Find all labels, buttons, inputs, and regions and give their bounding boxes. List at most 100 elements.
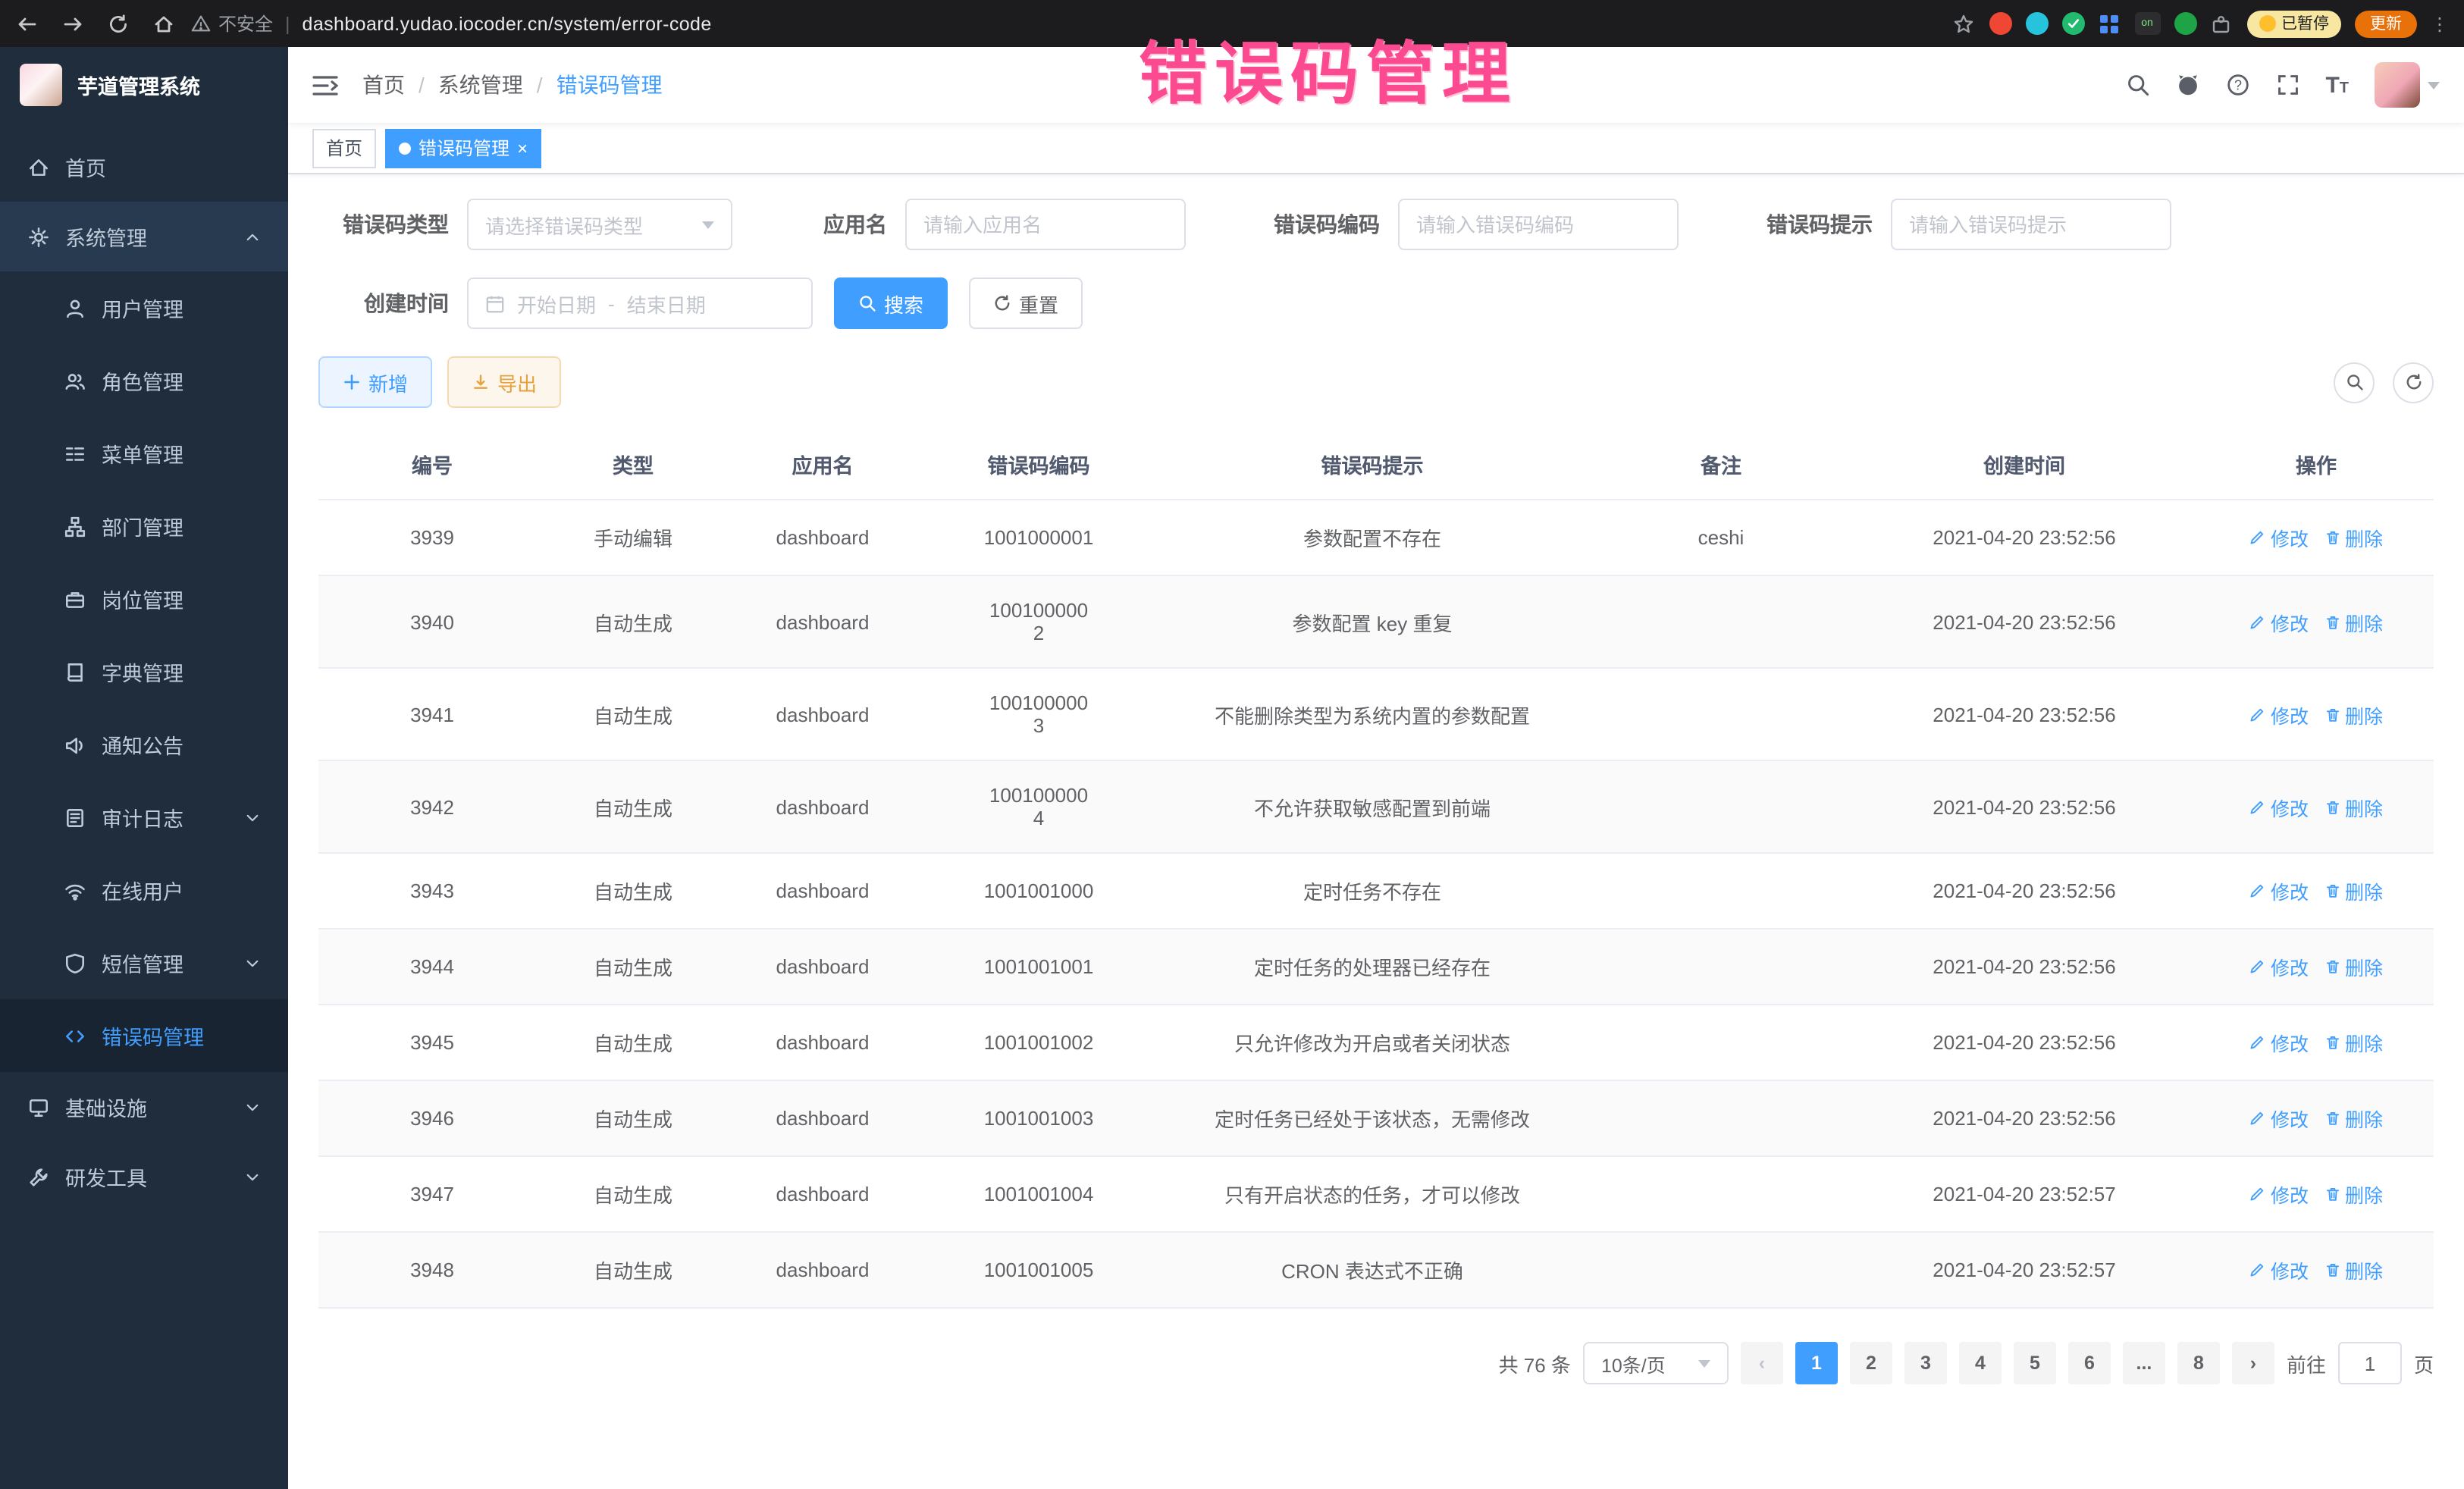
cell-hint: 不能删除类型为系统内置的参数配置: [1152, 668, 1592, 760]
reset-button-label: 重置: [1019, 289, 1058, 318]
sidebar-item-menu[interactable]: 菜单管理: [0, 417, 288, 490]
user-icon: [64, 296, 86, 319]
github-icon[interactable]: [2175, 73, 2199, 97]
extension-red-icon[interactable]: [1989, 12, 2011, 35]
fullscreen-icon[interactable]: [2275, 73, 2299, 97]
bookmark-star-icon[interactable]: [1951, 11, 1975, 36]
extension-grid-icon[interactable]: [2098, 12, 2121, 35]
page-button-5[interactable]: 5: [2014, 1342, 2056, 1384]
delete-link[interactable]: 删除: [2324, 700, 2383, 729]
chevron-down-icon: [2428, 81, 2440, 89]
delete-link[interactable]: 删除: [2324, 1180, 2383, 1208]
next-page-button[interactable]: ›: [2232, 1342, 2274, 1384]
add-button[interactable]: 新增: [318, 356, 432, 408]
edit-link[interactable]: 修改: [2249, 1255, 2309, 1284]
security-warning[interactable]: 不安全: [191, 11, 273, 36]
cell-created: 2021-04-20 23:52:56: [1850, 1005, 2199, 1080]
sidebar-item-home[interactable]: 首页: [0, 132, 288, 202]
delete-link[interactable]: 删除: [2324, 1028, 2383, 1057]
update-button[interactable]: 更新: [2355, 10, 2417, 37]
browser-menu-icon[interactable]: ⋮: [2431, 13, 2449, 34]
delete-link[interactable]: 删除: [2324, 792, 2383, 821]
page-ellipsis[interactable]: ...: [2123, 1342, 2165, 1384]
delete-link[interactable]: 删除: [2324, 952, 2383, 981]
reload-icon[interactable]: [106, 11, 130, 36]
sidebar-item-tool[interactable]: 研发工具: [0, 1142, 288, 1212]
edit-link[interactable]: 修改: [2249, 607, 2309, 636]
search-icon[interactable]: [2125, 73, 2149, 97]
error-type-select[interactable]: 请选择错误码类型: [467, 199, 732, 250]
page-button-8[interactable]: 8: [2177, 1342, 2220, 1384]
edit-link[interactable]: 修改: [2249, 1104, 2309, 1133]
sidebar-item-log[interactable]: 审计日志: [0, 781, 288, 854]
cell-remark: [1592, 929, 1850, 1005]
page-button-2[interactable]: 2: [1850, 1342, 1892, 1384]
sidebar-item-post[interactable]: 岗位管理: [0, 563, 288, 635]
table-row: 3947自动生成dashboard1001001004只有开启状态的任务，才可以…: [318, 1156, 2434, 1232]
extension-check-icon[interactable]: [2061, 12, 2084, 35]
sidebar-item-announce[interactable]: 通知公告: [0, 708, 288, 781]
page-button-1[interactable]: 1: [1795, 1342, 1838, 1384]
address-bar[interactable]: 不安全 | dashboard.yudao.iocoder.cn/system/…: [191, 11, 1936, 36]
toggle-search-button[interactable]: [2334, 362, 2375, 403]
hamburger-icon[interactable]: [312, 74, 338, 96]
extension-drop-icon[interactable]: [2025, 12, 2048, 35]
edit-link[interactable]: 修改: [2249, 1028, 2309, 1057]
plus-icon: [343, 373, 361, 391]
error-hint-input[interactable]: [1891, 199, 2171, 250]
font-size-icon[interactable]: TT: [2325, 72, 2349, 98]
tab-home[interactable]: 首页: [312, 128, 376, 168]
back-icon[interactable]: [15, 11, 39, 36]
search-button[interactable]: 搜索: [834, 277, 948, 329]
home-icon[interactable]: [152, 11, 176, 36]
edit-link[interactable]: 修改: [2249, 1180, 2309, 1208]
prev-page-button[interactable]: ‹: [1741, 1342, 1783, 1384]
tab-error-code[interactable]: 错误码管理 ×: [385, 128, 541, 168]
edit-link[interactable]: 修改: [2249, 792, 2309, 821]
page-button-6[interactable]: 6: [2068, 1342, 2111, 1384]
edit-link[interactable]: 修改: [2249, 700, 2309, 729]
extensions-puzzle-icon[interactable]: [2210, 12, 2233, 35]
close-icon[interactable]: ×: [517, 139, 528, 157]
sidebar-item-sms[interactable]: 短信管理: [0, 926, 288, 999]
edit-link[interactable]: 修改: [2249, 952, 2309, 981]
app-name-input[interactable]: [905, 199, 1186, 250]
help-icon[interactable]: ?: [2225, 73, 2249, 97]
date-range-picker[interactable]: 开始日期 - 结束日期: [467, 277, 813, 329]
user-menu[interactable]: [2375, 62, 2440, 108]
paused-badge[interactable]: 已暂停: [2246, 10, 2341, 37]
delete-link[interactable]: 删除: [2324, 523, 2383, 552]
page: 不安全 | dashboard.yudao.iocoder.cn/system/…: [0, 0, 2464, 1489]
cell-type: 自动生成: [546, 853, 720, 929]
reset-button[interactable]: 重置: [969, 277, 1083, 329]
sidebar-item-dict[interactable]: 字典管理: [0, 635, 288, 708]
sidebar-item-infra[interactable]: 基础设施: [0, 1072, 288, 1142]
delete-link[interactable]: 删除: [2324, 876, 2383, 905]
extension-leaf-icon[interactable]: [2174, 12, 2196, 35]
forward-icon[interactable]: [61, 11, 85, 36]
cell-app: dashboard: [720, 1005, 925, 1080]
sidebar-item-gear[interactable]: 系统管理: [0, 202, 288, 271]
export-button[interactable]: 导出: [447, 356, 561, 408]
page-button-3[interactable]: 3: [1904, 1342, 1947, 1384]
cell-created: 2021-04-20 23:52:56: [1850, 500, 2199, 575]
sidebar-item-user[interactable]: 用户管理: [0, 271, 288, 344]
sidebar-item-online[interactable]: 在线用户: [0, 854, 288, 926]
sidebar-item-code[interactable]: 错误码管理: [0, 999, 288, 1072]
sidebar-item-tree[interactable]: 部门管理: [0, 490, 288, 563]
goto-page-input[interactable]: [2338, 1342, 2402, 1384]
page-button-4[interactable]: 4: [1959, 1342, 2002, 1384]
error-code-input[interactable]: [1398, 199, 1679, 250]
delete-link[interactable]: 删除: [2324, 1255, 2383, 1284]
delete-link[interactable]: 删除: [2324, 607, 2383, 636]
breadcrumb-system[interactable]: 系统管理: [438, 70, 523, 100]
edit-link[interactable]: 修改: [2249, 876, 2309, 905]
cell-id: 3945: [318, 1005, 546, 1080]
refresh-table-button[interactable]: [2393, 362, 2434, 403]
edit-link[interactable]: 修改: [2249, 523, 2309, 552]
breadcrumb-home[interactable]: 首页: [362, 70, 405, 100]
delete-link[interactable]: 删除: [2324, 1104, 2383, 1133]
sidebar-item-users[interactable]: 角色管理: [0, 344, 288, 417]
page-size-select[interactable]: 10条/页: [1583, 1342, 1729, 1384]
extension-on-badge[interactable]: on: [2134, 12, 2160, 35]
